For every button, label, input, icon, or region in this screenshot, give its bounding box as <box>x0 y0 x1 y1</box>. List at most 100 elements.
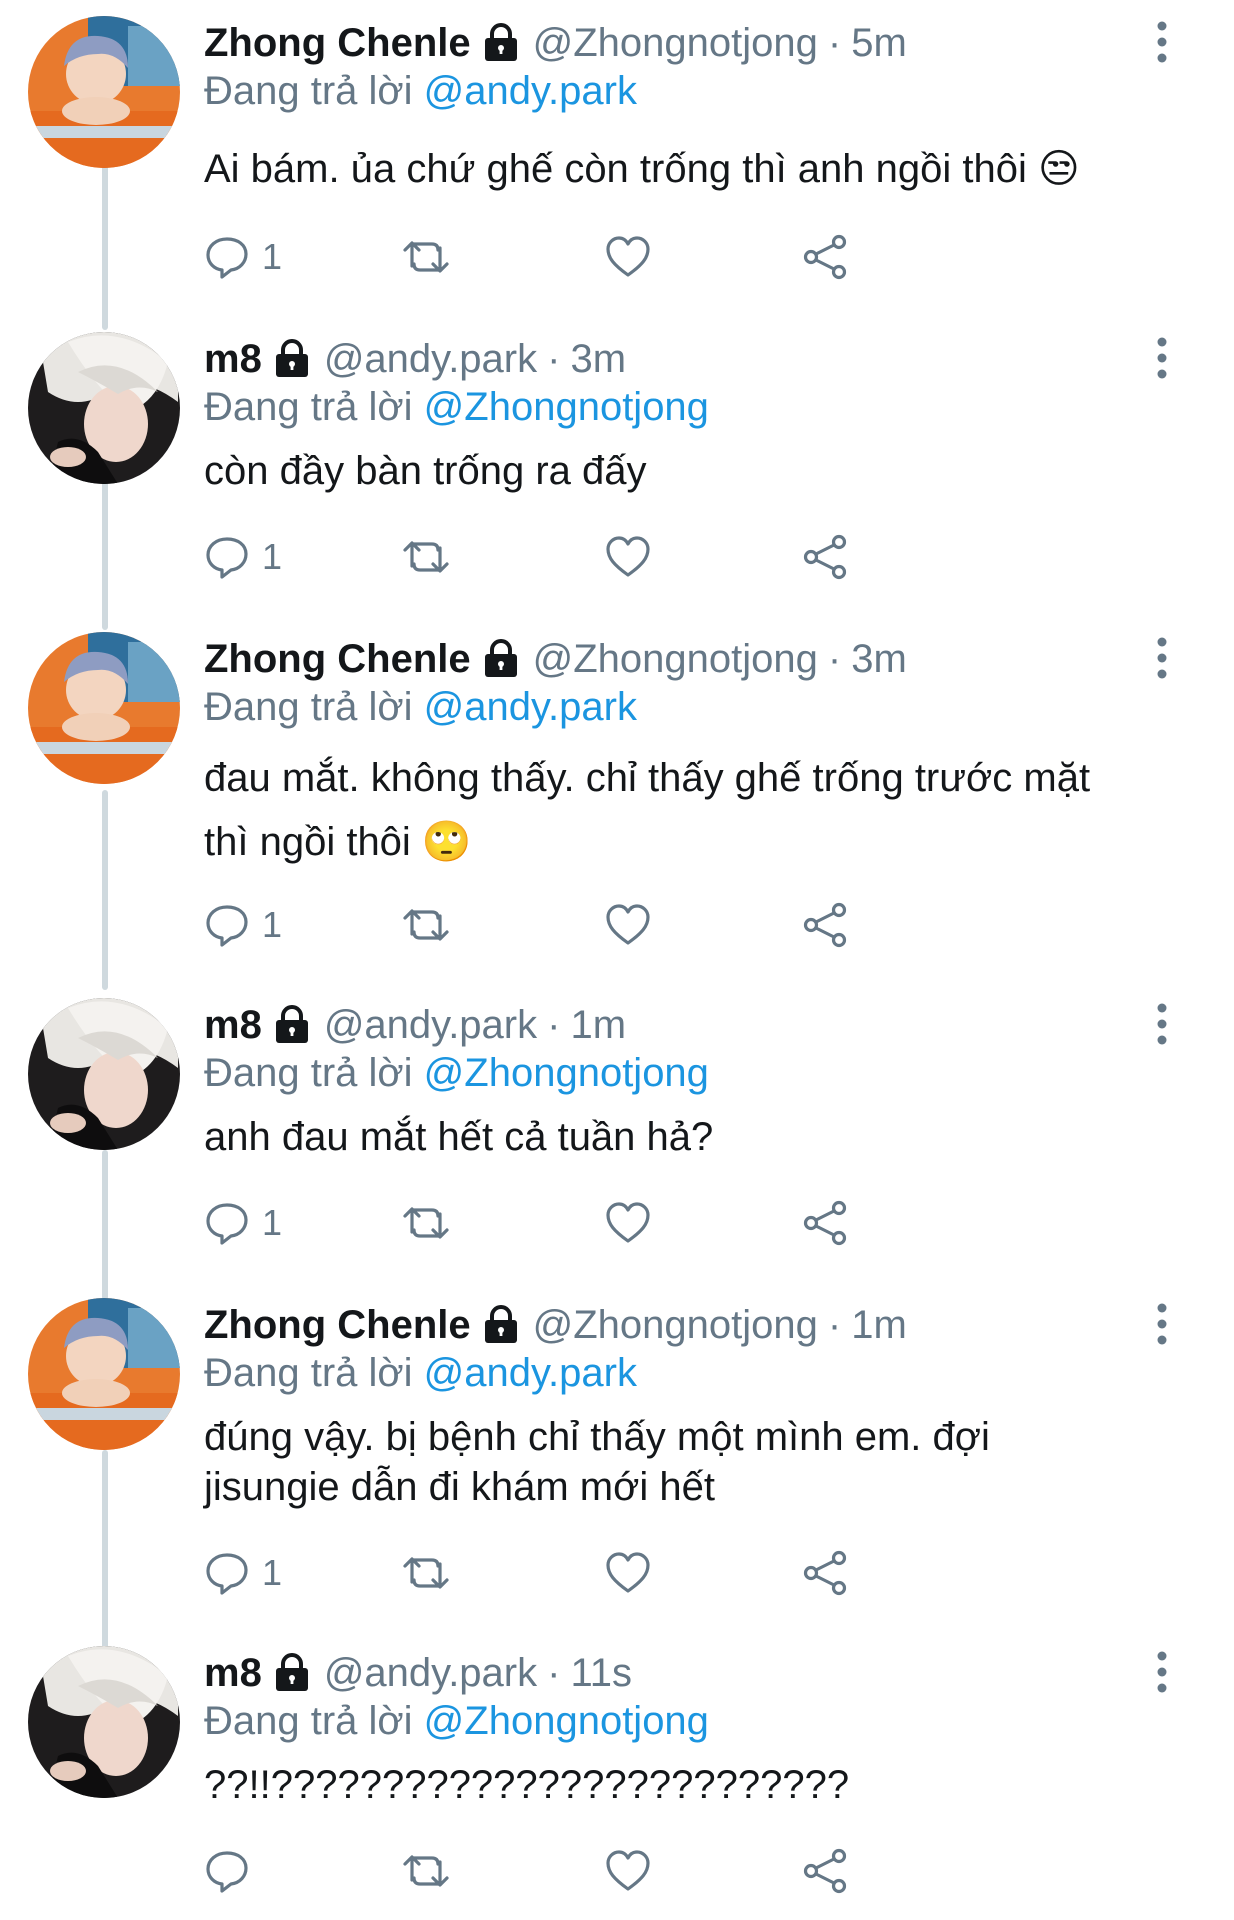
tweet-header: Zhong Chenle @Zhongnotjong · 3m <box>204 634 907 684</box>
author-name[interactable]: m8 <box>204 334 262 384</box>
action-bar: 1 <box>204 532 1004 582</box>
action-bar: 1 <box>204 1198 1004 1248</box>
retweet-button[interactable] <box>402 1548 450 1598</box>
tweet-header: Zhong Chenle @Zhongnotjong · 5m <box>204 18 907 68</box>
more-icon[interactable] <box>1150 1300 1174 1348</box>
like-button[interactable] <box>604 1846 652 1896</box>
retweet-button[interactable] <box>402 232 450 282</box>
avatar[interactable] <box>28 632 180 784</box>
retweet-icon <box>403 909 449 941</box>
more-icon[interactable] <box>1150 634 1174 682</box>
lock-icon <box>275 1005 308 1043</box>
retweet-icon <box>403 1207 449 1239</box>
share-icon <box>803 902 847 948</box>
like-icon <box>606 1202 650 1243</box>
avatar[interactable] <box>28 1646 180 1798</box>
retweet-icon <box>403 1557 449 1589</box>
share-button[interactable] <box>802 532 850 582</box>
like-icon <box>606 904 650 945</box>
more-icon[interactable] <box>1150 334 1174 382</box>
replying-to: Đang trả lời @Zhongnotjong <box>204 1696 709 1746</box>
action-bar <box>204 1846 1004 1896</box>
reply-button[interactable]: 1 <box>204 900 282 950</box>
timestamp[interactable]: 1m <box>570 1000 626 1050</box>
action-bar: 1 <box>204 900 1004 950</box>
like-button[interactable] <box>604 900 652 950</box>
separator-dot: · <box>827 21 842 65</box>
mention-link[interactable]: @andy.park <box>424 69 637 113</box>
share-icon <box>803 1848 847 1894</box>
mention-link[interactable]: @andy.park <box>424 1351 637 1395</box>
lock-icon <box>484 1305 517 1343</box>
tweet-text-line: ??!!?????????????????????????? <box>204 1763 850 1807</box>
more-icon[interactable] <box>1150 1648 1174 1696</box>
mention-link[interactable]: @Zhongnotjong <box>424 1051 709 1095</box>
share-icon <box>803 1200 847 1246</box>
reply-button[interactable] <box>204 1846 262 1896</box>
reply-button[interactable]: 1 <box>204 1198 282 1248</box>
like-button[interactable] <box>604 1548 652 1598</box>
mention-link[interactable]: @andy.park <box>424 685 637 729</box>
avatar[interactable] <box>28 332 180 484</box>
share-button[interactable] <box>802 1198 850 1248</box>
share-button[interactable] <box>802 232 850 282</box>
retweet-button[interactable] <box>402 900 450 950</box>
author-handle[interactable]: @Zhongnotjong <box>533 1300 818 1350</box>
like-button[interactable] <box>604 232 652 282</box>
avatar[interactable] <box>28 16 180 168</box>
author-handle[interactable]: @Zhongnotjong <box>533 634 818 684</box>
tweet-text-line: đúng vậy. bị bệnh chỉ thấy một mình em. … <box>204 1415 990 1459</box>
action-bar: 1 <box>204 1548 1004 1598</box>
replying-to: Đang trả lời @andy.park <box>204 1348 637 1398</box>
avatar[interactable] <box>28 998 180 1150</box>
share-button[interactable] <box>802 1548 850 1598</box>
timestamp[interactable]: 3m <box>570 334 626 384</box>
author-name[interactable]: Zhong Chenle <box>204 18 471 68</box>
author-handle[interactable]: @Zhongnotjong <box>533 18 818 68</box>
author-name[interactable]: Zhong Chenle <box>204 1300 471 1350</box>
author-name[interactable]: Zhong Chenle <box>204 634 471 684</box>
more-icon[interactable] <box>1150 18 1174 66</box>
share-icon <box>803 234 847 280</box>
timestamp[interactable]: 3m <box>851 634 907 684</box>
retweet-icon <box>403 241 449 273</box>
timestamp[interactable]: 11s <box>570 1648 632 1698</box>
share-button[interactable] <box>802 900 850 950</box>
reply-icon <box>206 1203 248 1245</box>
timestamp[interactable]: 5m <box>851 18 907 68</box>
share-button[interactable] <box>802 1846 850 1896</box>
replying-prefix: Đang trả lời <box>204 69 413 113</box>
author-handle[interactable]: @andy.park <box>324 334 537 384</box>
tweet-text: anh đau mắt hết cả tuần hả? <box>204 1112 1184 1162</box>
author-name[interactable]: m8 <box>204 1000 262 1050</box>
separator-dot: · <box>547 1651 561 1695</box>
avatar[interactable] <box>28 1298 180 1450</box>
replying-prefix: Đang trả lời <box>204 1699 413 1743</box>
more-icon[interactable] <box>1150 1000 1174 1048</box>
like-button[interactable] <box>604 1198 652 1248</box>
lock-icon <box>275 1653 308 1691</box>
author-handle[interactable]: @andy.park <box>324 1648 537 1698</box>
like-button[interactable] <box>604 532 652 582</box>
retweet-button[interactable] <box>402 532 450 582</box>
reply-button[interactable]: 1 <box>204 532 282 582</box>
reply-icon <box>206 905 248 947</box>
reply-button[interactable]: 1 <box>204 1548 282 1598</box>
reply-icon <box>206 537 248 579</box>
tweet-header: Zhong Chenle @Zhongnotjong · 1m <box>204 1300 907 1350</box>
tweet-header: m8 @andy.park · 3m <box>204 334 626 384</box>
author-handle[interactable]: @andy.park <box>324 1000 537 1050</box>
replying-to: Đang trả lời @andy.park <box>204 66 637 116</box>
mention-link[interactable]: @Zhongnotjong <box>424 385 709 429</box>
retweet-icon <box>403 1855 449 1887</box>
retweet-button[interactable] <box>402 1198 450 1248</box>
retweet-button[interactable] <box>402 1846 450 1896</box>
tweet-text-line: thì ngồi thôi 🙄 <box>204 820 472 864</box>
reply-button[interactable]: 1 <box>204 232 282 282</box>
like-icon <box>606 1552 650 1593</box>
author-name[interactable]: m8 <box>204 1648 262 1698</box>
timestamp[interactable]: 1m <box>851 1300 907 1350</box>
like-icon <box>606 1850 650 1891</box>
mention-link[interactable]: @Zhongnotjong <box>424 1699 709 1743</box>
retweet-icon <box>403 541 449 573</box>
